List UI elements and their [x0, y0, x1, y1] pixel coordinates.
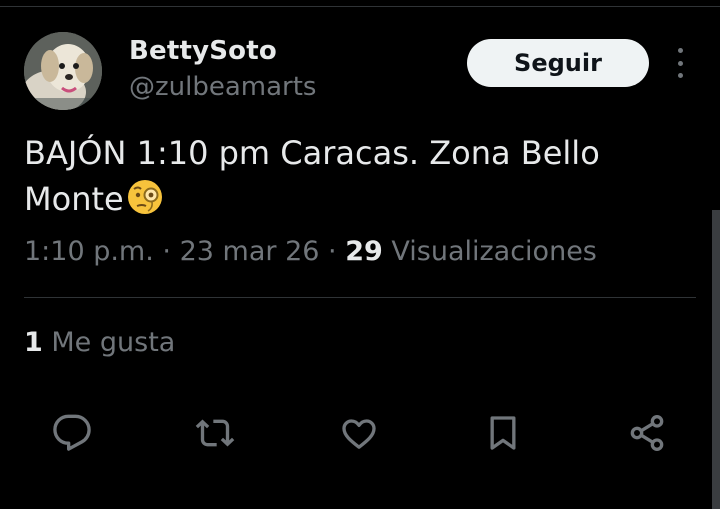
- likes-label: Me gusta: [51, 327, 176, 358]
- views-label: Visualizaciones: [391, 236, 597, 267]
- avatar[interactable]: [24, 32, 102, 110]
- meta-separator: ·: [328, 236, 337, 267]
- meta-separator: ·: [162, 236, 172, 267]
- more-options-icon[interactable]: [672, 48, 688, 78]
- action-bar: [0, 410, 720, 460]
- author-handle[interactable]: @zulbeamarts: [129, 72, 316, 102]
- like-icon[interactable]: [336, 410, 382, 456]
- author-display-name[interactable]: BettySoto: [129, 36, 277, 66]
- retweet-icon[interactable]: [192, 410, 238, 456]
- tweet-body: BAJÓN 1:10 pm Caracas. Zona Bello Monte: [24, 134, 600, 218]
- tweet-detail-view: BettySoto @zulbeamarts Seguir BAJÓN 1:10…: [0, 0, 720, 509]
- tweet-time[interactable]: 1:10 p.m.: [24, 236, 154, 267]
- share-icon[interactable]: [624, 410, 670, 456]
- reply-icon[interactable]: [49, 410, 95, 456]
- tweet-date[interactable]: 23 mar 26: [180, 236, 320, 267]
- face-with-monocle-icon: [126, 178, 164, 228]
- tweet-header: BettySoto @zulbeamarts Seguir: [24, 32, 696, 112]
- likes-count: 1: [24, 327, 43, 358]
- scrollbar[interactable]: [712, 210, 720, 509]
- bookmark-icon[interactable]: [480, 410, 526, 456]
- tweet-meta: 1:10 p.m. · 23 mar 26 · 29 Visualizacion…: [24, 236, 597, 267]
- tweet-text: BAJÓN 1:10 pm Caracas. Zona Bello Monte: [24, 130, 684, 228]
- likes-summary[interactable]: 1 Me gusta: [24, 327, 175, 358]
- views-count: 29: [345, 236, 383, 267]
- top-divider: [0, 6, 720, 7]
- divider: [24, 297, 696, 298]
- follow-button[interactable]: Seguir: [467, 39, 649, 87]
